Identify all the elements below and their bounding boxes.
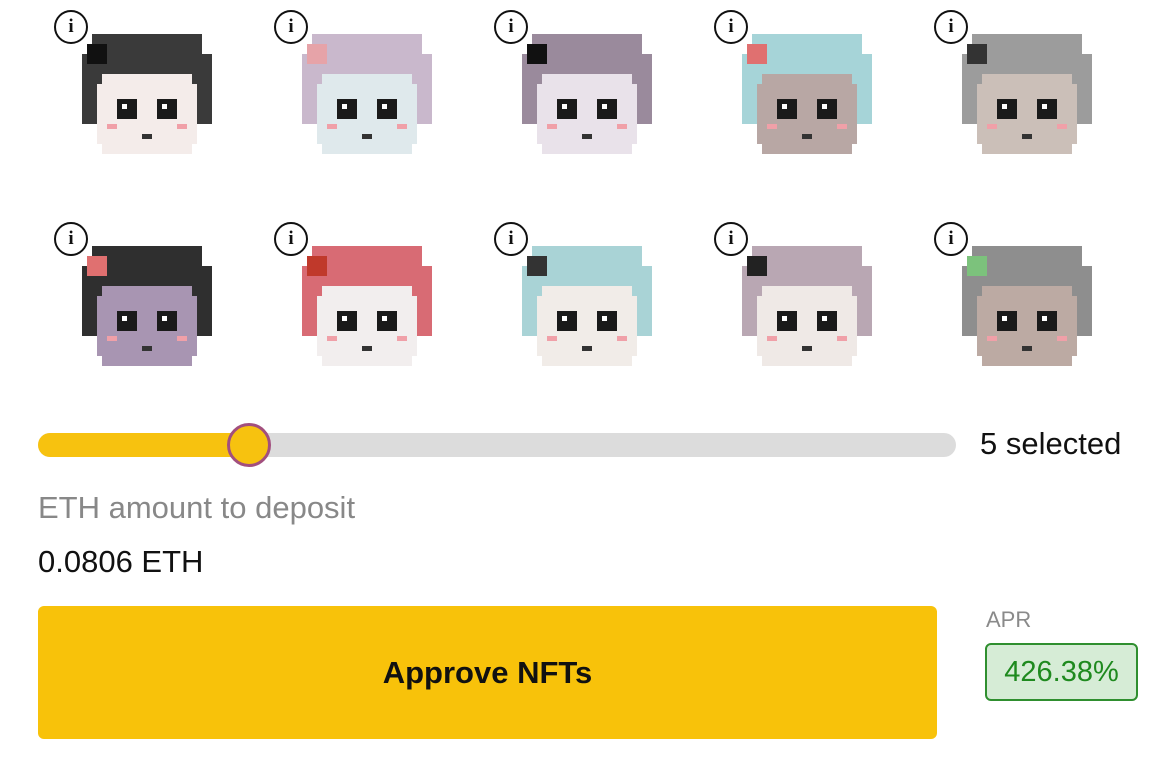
info-icon[interactable]: i	[714, 222, 748, 256]
avatar-image	[82, 34, 212, 154]
info-icon[interactable]: i	[934, 10, 968, 44]
avatar-gray-fox[interactable]: i	[934, 10, 1134, 200]
avatar-black-cap[interactable]: i	[494, 10, 694, 200]
info-icon[interactable]: i	[934, 222, 968, 256]
info-icon[interactable]: i	[274, 10, 308, 44]
slider-thumb[interactable]	[227, 423, 272, 467]
avatar-image	[962, 246, 1092, 366]
apr-value-badge: 426.38%	[985, 643, 1138, 701]
avatar-sunglasses-dark-hair[interactable]: i	[54, 10, 254, 200]
avatar-image	[302, 246, 432, 366]
approve-nfts-button[interactable]: Approve NFTs	[38, 606, 937, 739]
avatar-squint-lavender[interactable]: i	[714, 222, 914, 412]
avatar-image	[522, 246, 652, 366]
apr-label: APR	[986, 607, 1032, 632]
avatar-white-hat[interactable]: i	[494, 222, 694, 412]
avatar-strawberry-hood[interactable]: i	[274, 222, 474, 412]
avatar-image	[302, 34, 432, 154]
avatar-image	[742, 246, 872, 366]
info-icon[interactable]: i	[494, 222, 528, 256]
avatar-purple-flower[interactable]: i	[54, 222, 254, 412]
deposit-label: ETH amount to deposit	[38, 490, 356, 525]
avatar-image	[522, 34, 652, 154]
selected-count: 5 selected	[980, 426, 1122, 461]
avatar-green-leaf[interactable]: i	[934, 222, 1134, 412]
info-icon[interactable]: i	[494, 10, 528, 44]
info-icon[interactable]: i	[54, 222, 88, 256]
avatar-image	[82, 246, 212, 366]
info-icon[interactable]: i	[714, 10, 748, 44]
selection-slider[interactable]	[38, 423, 956, 467]
info-icon[interactable]: i	[274, 222, 308, 256]
nft-grid: i i i i i i i i i i	[0, 0, 1174, 400]
avatar-image	[962, 34, 1092, 154]
deposit-amount: 0.0806 ETH	[38, 544, 204, 579]
info-icon[interactable]: i	[54, 10, 88, 44]
slider-fill	[38, 433, 250, 457]
avatar-lavender-bunny[interactable]: i	[274, 10, 474, 200]
avatar-image	[742, 34, 872, 154]
avatar-cyan-flower[interactable]: i	[714, 10, 914, 200]
